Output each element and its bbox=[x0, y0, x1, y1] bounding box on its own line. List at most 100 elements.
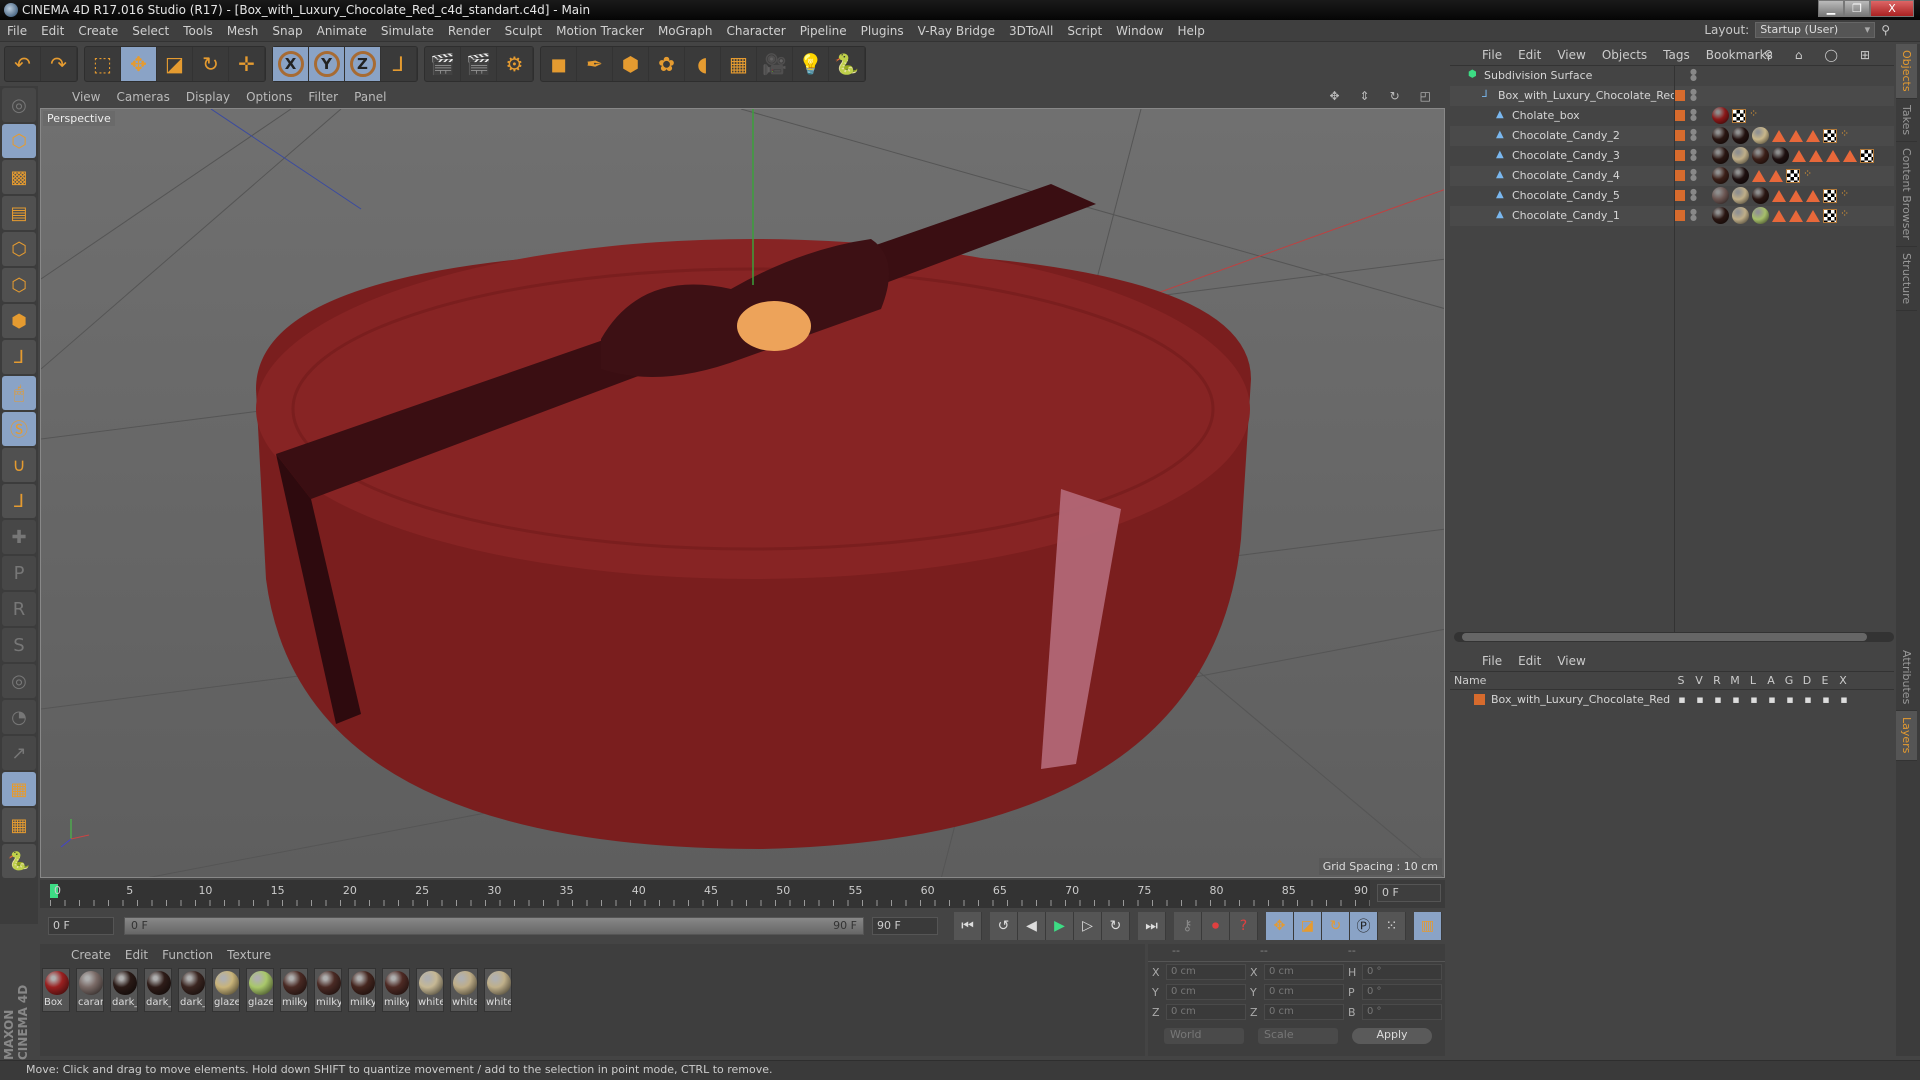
key-rotation-button[interactable]: ↻ bbox=[1322, 912, 1350, 940]
maximize-view-icon[interactable]: ◰ bbox=[1412, 89, 1439, 103]
selection-tag-icon[interactable] bbox=[1789, 190, 1803, 202]
selection-tag-icon[interactable] bbox=[1792, 150, 1806, 162]
material-tag-icon[interactable] bbox=[1712, 127, 1729, 144]
material-menu-texture[interactable]: Texture bbox=[220, 948, 278, 962]
edges-mode-button[interactable]: ⬡ bbox=[2, 268, 36, 302]
layer-generators-icon[interactable]: ▪ bbox=[1781, 693, 1799, 706]
selection-tag-icon[interactable] bbox=[1806, 130, 1820, 142]
texture-mode-button[interactable]: ▩ bbox=[2, 160, 36, 194]
render-view-button[interactable]: 🎬 bbox=[425, 47, 461, 81]
menu-file[interactable]: File bbox=[0, 24, 34, 38]
object-row[interactable]: ▲ Chocolate_Candy_2 ● ● ⁘ bbox=[1450, 126, 1894, 146]
position-x-field[interactable]: 0 cm bbox=[1166, 964, 1246, 980]
y-axis-button[interactable]: Y bbox=[309, 47, 345, 81]
position-z-field[interactable]: 0 cm bbox=[1166, 1004, 1246, 1020]
play-button[interactable]: ▶ bbox=[1046, 912, 1074, 940]
object-row[interactable]: ▲ Chocolate_Candy_1 ● ● ⁘ bbox=[1450, 206, 1894, 226]
phong-tag-icon[interactable]: ⁘ bbox=[1840, 207, 1849, 224]
material-swatch[interactable]: glaze bbox=[212, 968, 240, 1012]
layer-color-swatch[interactable] bbox=[1674, 130, 1685, 141]
viewport-menu-filter[interactable]: Filter bbox=[300, 90, 346, 104]
layer-color-swatch[interactable] bbox=[1674, 210, 1685, 221]
make-editable-button[interactable]: ◎ bbox=[2, 88, 36, 122]
viewport-menu-display[interactable]: Display bbox=[178, 90, 238, 104]
workplane-rotate-button[interactable]: ▦ bbox=[2, 808, 36, 842]
rotation-h-field[interactable]: 0 ° bbox=[1362, 964, 1442, 980]
render-settings-button[interactable]: ⚙ bbox=[497, 47, 533, 81]
visibility-toggle[interactable]: ● ● bbox=[1690, 188, 1697, 202]
side-tab-takes[interactable]: Takes bbox=[1896, 99, 1917, 142]
redo-button[interactable]: ↷ bbox=[41, 47, 77, 81]
brush-arrow-button[interactable]: ↗ bbox=[2, 736, 36, 770]
menu-tools[interactable]: Tools bbox=[176, 24, 220, 38]
viewport-menu-panel[interactable]: Panel bbox=[346, 90, 394, 104]
timeline-ruler[interactable]: 0 5 10 15 20 25 30 35 40 45 50 55 60 65 70 75 80 85 90 bbox=[50, 880, 1370, 908]
menu-v-ray-bridge[interactable]: V-Ray Bridge bbox=[911, 24, 1002, 38]
layer-xref-icon[interactable]: ▪ bbox=[1835, 693, 1853, 706]
model-mode-button[interactable]: ⬡ bbox=[2, 124, 36, 158]
size-x-field[interactable]: 0 cm bbox=[1264, 964, 1344, 980]
viewport-menu-cameras[interactable]: Cameras bbox=[108, 90, 177, 104]
floor-button[interactable]: ▦ bbox=[721, 47, 757, 81]
menu-motion-tracker[interactable]: Motion Tracker bbox=[549, 24, 651, 38]
side-tab-objects[interactable]: Objects bbox=[1896, 44, 1917, 99]
menu-snap[interactable]: Snap bbox=[265, 24, 309, 38]
magnet-button[interactable]: ∪ bbox=[2, 448, 36, 482]
key-pla-button[interactable]: ⁙ bbox=[1378, 912, 1406, 940]
layer-column-a[interactable]: A bbox=[1762, 674, 1780, 687]
layer-row[interactable]: Box_with_Luxury_Chocolate_Red ▪ ▪ ▪ ▪ ▪ ▪ ▪ ▪ ▪ ▪ bbox=[1450, 690, 1894, 708]
menu-pipeline[interactable]: Pipeline bbox=[793, 24, 854, 38]
material-swatch[interactable]: caran bbox=[76, 968, 104, 1012]
layer-lock-icon[interactable]: ▪ bbox=[1745, 693, 1763, 706]
key-parameter-button[interactable]: Ⓟ bbox=[1350, 912, 1378, 940]
menu-sculpt[interactable]: Sculpt bbox=[498, 24, 549, 38]
minimize-button[interactable]: ▁ bbox=[1818, 0, 1844, 17]
next-frame-button[interactable]: ▷ bbox=[1074, 912, 1102, 940]
phong-tag-icon[interactable]: ⁘ bbox=[1840, 127, 1849, 144]
layer-solo-icon[interactable]: ▪ bbox=[1673, 693, 1691, 706]
brush-r-button[interactable]: R bbox=[2, 592, 36, 626]
undo-button[interactable]: ↶ bbox=[5, 47, 41, 81]
menu-mograph[interactable]: MoGraph bbox=[651, 24, 720, 38]
brush-p-button[interactable]: P bbox=[2, 556, 36, 590]
visibility-toggle[interactable]: ● ● bbox=[1690, 108, 1697, 122]
axis-mode-button[interactable]: ⅃ bbox=[2, 340, 36, 374]
move-view-icon[interactable]: ✥ bbox=[1321, 89, 1347, 103]
side-tab-attributes[interactable]: Attributes bbox=[1896, 644, 1917, 712]
object-row[interactable]: ▲ Chocolate_Candy_3 ● ● bbox=[1450, 146, 1894, 166]
apply-button[interactable]: Apply bbox=[1352, 1028, 1432, 1044]
object-row[interactable]: ▲ Chocolate_Candy_5 ● ● ⁘ bbox=[1450, 186, 1894, 206]
locked-workplane-button[interactable]: ▦ bbox=[2, 772, 36, 806]
selection-tag-icon[interactable] bbox=[1752, 170, 1766, 182]
layer-menu-file[interactable]: File bbox=[1474, 654, 1510, 668]
material-menu-edit[interactable]: Edit bbox=[118, 948, 155, 962]
frame-range-slider[interactable]: 0 F 90 F bbox=[124, 917, 864, 935]
layer-column-name[interactable]: Name bbox=[1450, 674, 1672, 687]
material-swatch[interactable]: milky bbox=[314, 968, 342, 1012]
layer-color-swatch[interactable] bbox=[1674, 190, 1685, 201]
layer-animation-icon[interactable]: ▪ bbox=[1763, 693, 1781, 706]
uvw-tag-icon[interactable] bbox=[1860, 149, 1874, 163]
object-menu-tags[interactable]: Tags bbox=[1655, 48, 1698, 62]
selection-tag-icon[interactable] bbox=[1789, 210, 1803, 222]
move-button[interactable]: ✥ bbox=[121, 47, 157, 81]
visibility-toggle[interactable]: ● ● bbox=[1690, 148, 1697, 162]
cube-button[interactable]: ◼ bbox=[541, 47, 577, 81]
horizontal-scrollbar[interactable] bbox=[1454, 632, 1894, 642]
live-selection-button[interactable]: ⬚ bbox=[85, 47, 121, 81]
cloner-button[interactable]: ✿ bbox=[649, 47, 685, 81]
visibility-toggle[interactable]: ● ● bbox=[1690, 168, 1697, 182]
workplane-axis-button[interactable]: ⅃ bbox=[2, 484, 36, 518]
deformer-button[interactable]: ◖ bbox=[685, 47, 721, 81]
search-icon[interactable]: ⚲ bbox=[1756, 48, 1781, 62]
selection-tag-icon[interactable] bbox=[1772, 130, 1786, 142]
go-to-start-button[interactable]: ⏮ bbox=[954, 912, 982, 940]
layer-column-s[interactable]: S bbox=[1672, 674, 1690, 687]
uvw-tag-icon[interactable] bbox=[1823, 209, 1837, 223]
current-frame-field[interactable]: 0 F bbox=[1377, 884, 1441, 902]
material-menu-create[interactable]: Create bbox=[64, 948, 118, 962]
layer-color-swatch[interactable] bbox=[1474, 693, 1485, 705]
key-scale-button[interactable]: ◪ bbox=[1294, 912, 1322, 940]
layer-column-g[interactable]: G bbox=[1780, 674, 1798, 687]
start-frame-field[interactable]: 0 F bbox=[48, 917, 114, 935]
